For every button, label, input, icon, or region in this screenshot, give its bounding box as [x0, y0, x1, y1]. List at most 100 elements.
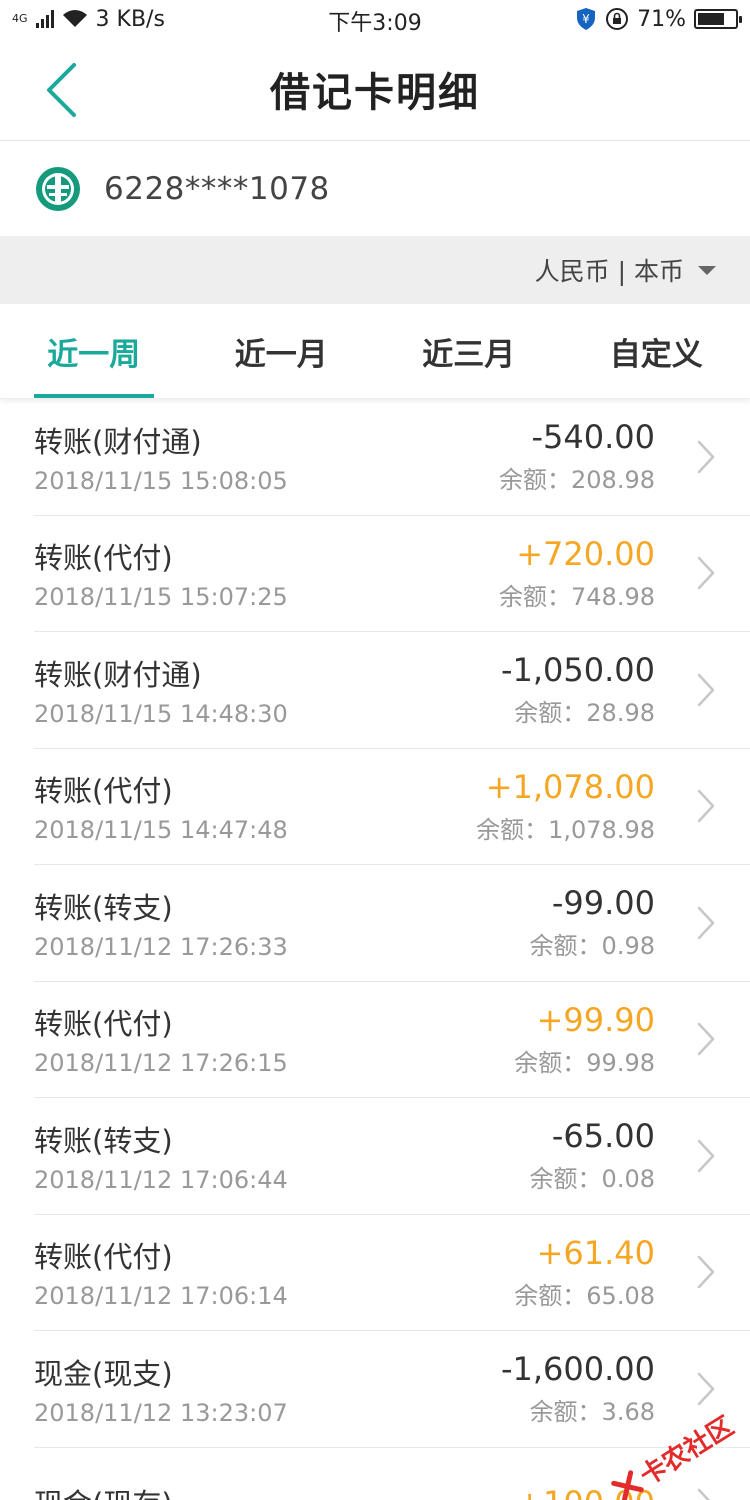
- wifi-icon: [62, 10, 87, 27]
- status-right: ¥ 71%: [575, 6, 742, 32]
- transaction-values: +720.00 余额：748.98: [499, 535, 655, 612]
- transaction-values: +99.90 余额：99.98: [514, 1001, 655, 1078]
- transaction-time: 2018/11/12 17:06:14: [34, 1282, 288, 1311]
- transaction-amount: -65.00: [551, 1117, 655, 1156]
- rotation-lock-icon: [606, 8, 629, 30]
- header: 借记卡明细: [0, 38, 750, 141]
- tab-three-months[interactable]: 近三月: [375, 304, 563, 398]
- battery-percent: 71%: [637, 6, 686, 32]
- transaction-row[interactable]: 转账(转支) 2018/11/12 17:06:44 -65.00 余额：0.08: [34, 1098, 750, 1215]
- transaction-balance: 余额：1,078.98: [476, 815, 655, 844]
- transaction-time: 2018/11/15 14:48:30: [34, 699, 288, 728]
- battery-icon: [694, 9, 742, 29]
- chevron-right-icon: [697, 1139, 715, 1172]
- transaction-time: 2018/11/12 17:06:44: [34, 1165, 288, 1194]
- transaction-amount: +61.40: [536, 1233, 655, 1272]
- transaction-balance: 余额：3.68: [529, 1398, 655, 1427]
- chevron-right-icon: [697, 1256, 715, 1289]
- transaction-type: 转账(财付通): [34, 657, 202, 692]
- transaction-info: 转账(代付) 2018/11/15 15:07:25: [34, 535, 499, 611]
- transaction-amount: +720.00: [516, 534, 655, 573]
- transaction-amount: -1,600.00: [500, 1350, 655, 1389]
- transaction-row[interactable]: 转账(财付通) 2018/11/15 14:48:30 -1,050.00 余额：28…: [34, 632, 750, 749]
- transaction-type: 转账(代付): [34, 541, 173, 576]
- transaction-info: 转账(代付) 2018/11/12 17:26:15: [34, 1001, 514, 1077]
- transaction-type: 转账(转支): [34, 1123, 173, 1158]
- transaction-amount: +1,078.00: [485, 767, 655, 806]
- status-bar: 4G 3 KB/s 下午3:09 ¥ 71%: [0, 0, 750, 38]
- transaction-time: 2018/11/15 15:08:05: [34, 466, 288, 495]
- transaction-info: 转账(代付) 2018/11/15 14:47:48: [34, 768, 476, 844]
- tab-custom[interactable]: 自定义: [563, 304, 750, 398]
- transaction-row[interactable]: 转账(转支) 2018/11/12 17:26:33 -99.00 余额：0.98: [34, 865, 750, 982]
- transaction-row[interactable]: 转账(代付) 2018/11/12 17:06:14 +61.40 余额：65.08: [34, 1215, 750, 1331]
- transaction-info: 现金(现存): [34, 1481, 516, 1500]
- chevron-left-icon: [47, 63, 76, 117]
- transaction-row[interactable]: 转账(代付) 2018/11/15 14:47:48 +1,078.00 余额：1,0…: [34, 749, 750, 865]
- transaction-type: 现金(现存): [34, 1481, 516, 1500]
- chevron-right-icon: [697, 440, 715, 473]
- transaction-row[interactable]: 转账(代付) 2018/11/12 17:26:15 +99.90 余额：99.98: [34, 982, 750, 1098]
- transaction-type: 转账(财付通): [34, 424, 202, 459]
- transaction-list: 转账(财付通) 2018/11/15 15:08:05 -540.00 余额：208.…: [0, 399, 750, 1500]
- transaction-info: 现金(现支) 2018/11/12 13:23:07: [34, 1351, 501, 1427]
- chevron-right-icon: [697, 557, 715, 590]
- transaction-amount: -99.00: [551, 884, 655, 923]
- transaction-values: +1,078.00 余额：1,078.98: [476, 768, 655, 845]
- back-button[interactable]: [36, 60, 86, 120]
- dropdown-arrow-icon: [698, 265, 716, 275]
- transaction-time: 2018/11/15 14:47:48: [34, 816, 288, 845]
- tab-week[interactable]: 近一周: [0, 304, 188, 398]
- chevron-right-icon: [697, 906, 715, 939]
- chevron-right-icon: [697, 1489, 710, 1500]
- transaction-row[interactable]: 现金(现支) 2018/11/12 13:23:07 -1,600.00 余额：3.6…: [34, 1331, 750, 1448]
- tab-month[interactable]: 近一月: [188, 304, 376, 398]
- transaction-info: 转账(转支) 2018/11/12 17:06:44: [34, 1118, 530, 1194]
- transaction-balance: 余额：208.98: [499, 466, 655, 495]
- transaction-amount: -1,050.00: [500, 651, 655, 690]
- transaction-amount: +99.90: [536, 1000, 655, 1039]
- chevron-right-icon: [697, 1372, 715, 1405]
- battery-fill: [698, 13, 724, 25]
- page-title: 借记卡明细: [270, 70, 480, 116]
- transaction-values: -1,600.00 余额：3.68: [501, 1350, 655, 1427]
- account-row: 6228****1078: [0, 141, 750, 236]
- bank-logo-icon: [36, 166, 80, 211]
- chevron-right-icon: [697, 673, 715, 706]
- transaction-balance: 余额：28.98: [514, 699, 655, 728]
- transaction-type: 转账(代付): [34, 1007, 173, 1042]
- transaction-type: 转账(转支): [34, 890, 173, 925]
- transaction-time: 2018/11/15 15:07:25: [34, 583, 288, 612]
- transaction-balance: 余额：0.08: [529, 1165, 655, 1194]
- transaction-balance: 余额：0.98: [529, 932, 655, 961]
- transaction-values: -99.00 余额：0.98: [530, 884, 655, 961]
- transaction-balance: 余额：99.98: [514, 1048, 655, 1077]
- status-left: 4G 3 KB/s: [12, 7, 165, 32]
- transaction-row[interactable]: 转账(财付通) 2018/11/15 15:08:05 -540.00 余额：208.…: [34, 399, 750, 516]
- signal-icon: [35, 10, 54, 28]
- transaction-time: 2018/11/12 17:26:33: [34, 932, 288, 961]
- transaction-info: 转账(财付通) 2018/11/15 15:08:05: [34, 419, 499, 495]
- transaction-info: 转账(代付) 2018/11/12 17:06:14: [34, 1234, 514, 1310]
- network-speed: 3 KB/s: [95, 6, 165, 32]
- transaction-values: +61.40 余额：65.08: [514, 1234, 655, 1311]
- transaction-values: -540.00 余额：208.98: [499, 418, 655, 495]
- transaction-time: 2018/11/12 17:26:15: [34, 1049, 288, 1078]
- transaction-values: -65.00 余额：0.08: [530, 1117, 655, 1194]
- transaction-values: -1,050.00 余额：28.98: [501, 651, 655, 728]
- transaction-type: 转账(代付): [34, 1240, 173, 1275]
- currency-label: 人民币 | 本币: [534, 257, 684, 286]
- transaction-type: 现金(现支): [34, 1356, 173, 1391]
- transaction-info: 转账(财付通) 2018/11/15 14:48:30: [34, 652, 501, 728]
- svg-text:¥: ¥: [582, 12, 590, 26]
- currency-selector[interactable]: 人民币 | 本币: [0, 236, 750, 304]
- transaction-time: 2018/11/12 13:23:07: [34, 1398, 288, 1427]
- transaction-balance: 余额：65.08: [514, 1281, 655, 1310]
- transaction-balance: 余额：748.98: [499, 582, 655, 611]
- transaction-row[interactable]: 转账(代付) 2018/11/15 15:07:25 +720.00 余额：748.9…: [34, 516, 750, 632]
- account-number: 6228****1078: [104, 170, 330, 207]
- transaction-info: 转账(转支) 2018/11/12 17:26:33: [34, 885, 530, 961]
- network-type: 4G: [12, 12, 28, 25]
- chevron-right-icon: [697, 790, 715, 823]
- transaction-type: 转账(代付): [34, 774, 173, 809]
